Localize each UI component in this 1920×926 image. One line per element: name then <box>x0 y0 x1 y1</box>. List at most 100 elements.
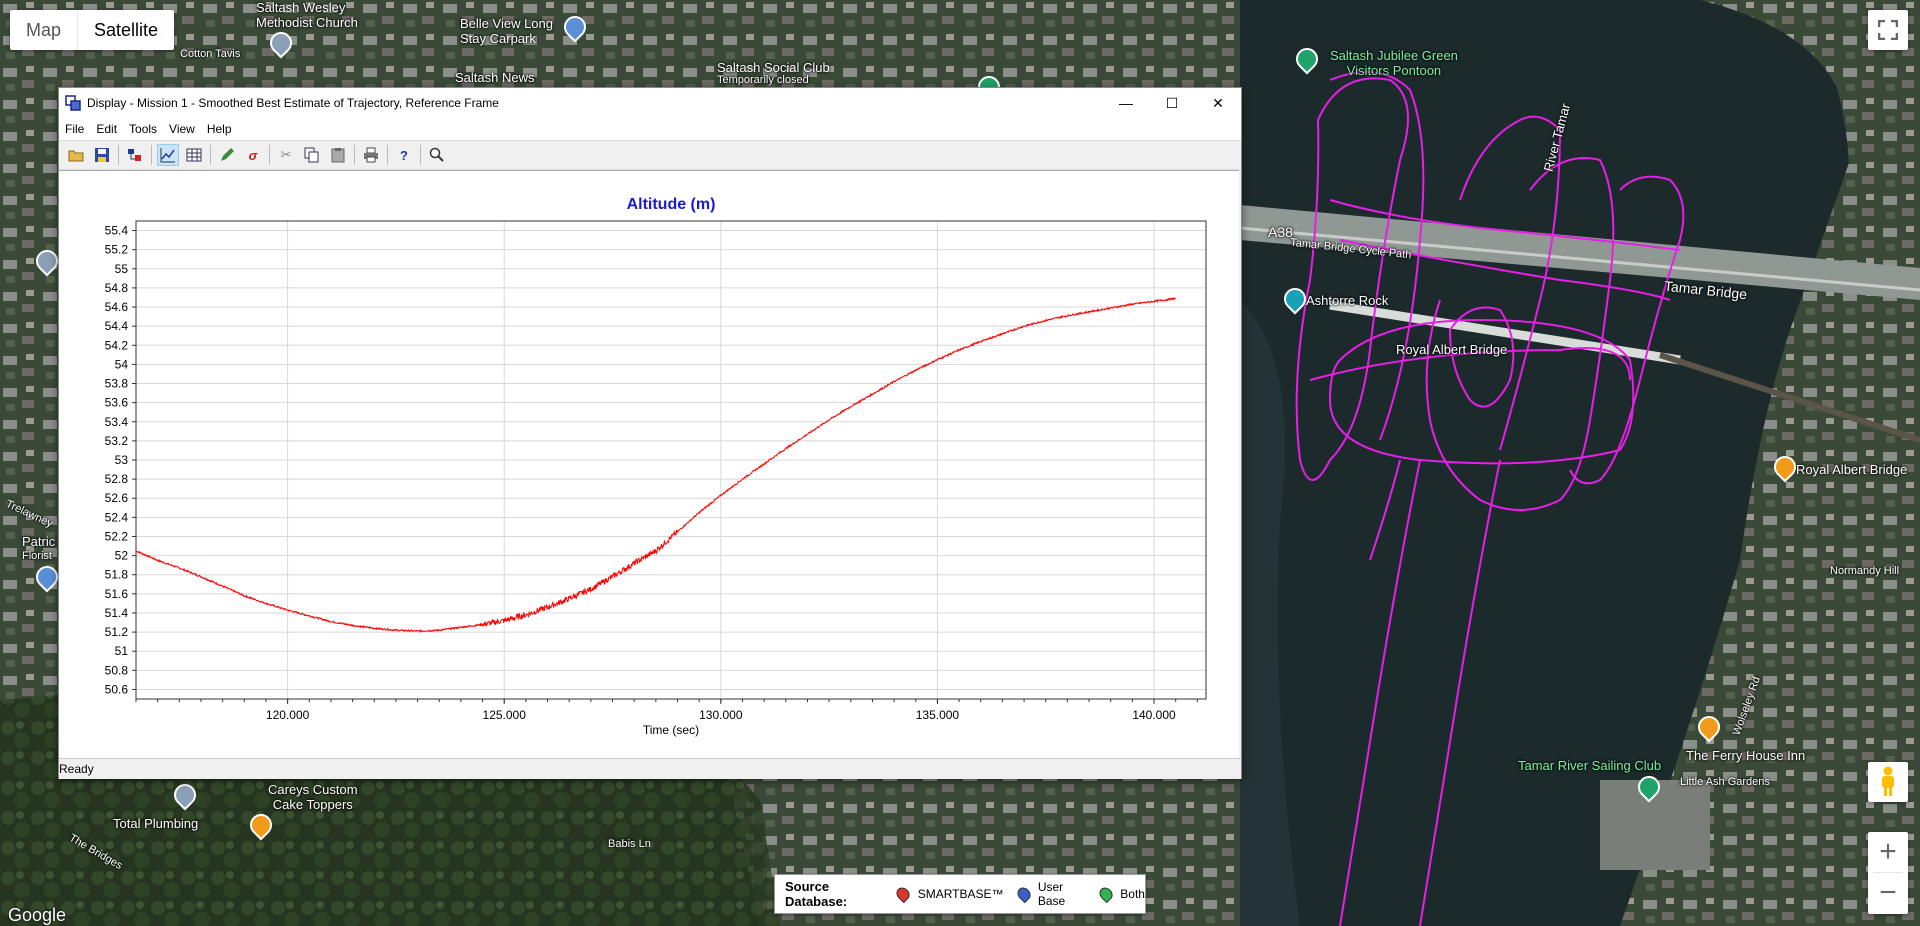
toolbar-separator <box>151 145 152 165</box>
map-label: Saltash Social Club <box>717 60 830 75</box>
map-label: Babis Ln <box>608 838 651 850</box>
map-type-control: Map Satellite <box>10 10 175 50</box>
y-tick-label: 54.2 <box>105 338 129 352</box>
minimize-button[interactable]: — <box>1103 88 1149 118</box>
y-tick-label: 54.4 <box>105 319 129 333</box>
y-tick-label: 51.8 <box>105 568 129 582</box>
x-tick-label: 125.000 <box>483 708 527 722</box>
map-label: Royal Albert Bridge <box>1396 342 1508 357</box>
y-tick-label: 52.8 <box>105 472 129 486</box>
open-folder-icon[interactable] <box>65 144 87 166</box>
y-tick-label: 51.2 <box>105 625 129 639</box>
zoom-icon[interactable] <box>426 144 448 166</box>
y-tick-label: 52.4 <box>105 510 129 524</box>
line-chart-icon[interactable] <box>157 144 179 166</box>
zoom-control: + − <box>1868 832 1908 914</box>
y-tick-label: 55 <box>115 262 129 276</box>
print-icon[interactable] <box>360 144 382 166</box>
save-icon[interactable] <box>91 144 113 166</box>
legend-item-label: Both <box>1120 887 1145 901</box>
map-label: Total Plumbing <box>113 816 199 831</box>
map-label: Saltash Jubilee Green Visitors Pontoon <box>1330 48 1458 78</box>
map-type-map-button[interactable]: Map <box>10 10 77 50</box>
source-database-legend: Source Database: SMARTBASE™ User Base Bo… <box>774 874 1146 914</box>
track-loop <box>1295 77 1409 481</box>
both-pin-icon <box>1096 884 1116 904</box>
map-label: Florist <box>22 550 52 562</box>
toolbar-separator <box>420 145 421 165</box>
menu-edit[interactable]: Edit <box>90 122 123 136</box>
help-icon[interactable]: ? <box>393 144 415 166</box>
map-label: Royal Albert Bridge <box>1796 462 1908 477</box>
pegman-icon <box>1882 766 1894 796</box>
toolbar: σ ✂ ? <box>59 140 1241 170</box>
toolbar-separator <box>210 145 211 165</box>
y-tick-label: 53.8 <box>105 377 129 391</box>
y-tick-label: 53 <box>115 453 129 467</box>
pencil-icon[interactable] <box>216 144 238 166</box>
copy-icon[interactable] <box>301 144 323 166</box>
zoom-in-button[interactable]: + <box>1868 832 1908 872</box>
paste-icon[interactable] <box>327 144 349 166</box>
fullscreen-button[interactable] <box>1868 10 1908 50</box>
map-label: Careys Custom Cake Toppers <box>268 782 358 812</box>
plot-area[interactable]: Altitude (m) 55.4 55.2 55 54.8 54.6 54.4 54.2 54… <box>59 170 1239 759</box>
map-label: Belle View Long Stay Carpark <box>460 16 553 46</box>
map-label: Normandy Hill <box>1830 565 1900 577</box>
fullscreen-icon <box>1878 20 1898 40</box>
y-tick-label: 52 <box>115 549 129 563</box>
minimize-icon: — <box>1119 95 1133 111</box>
chart-title: Altitude (m) <box>627 196 716 213</box>
x-tick-label: 120.000 <box>266 708 310 722</box>
y-tick-label: 53.2 <box>105 434 129 448</box>
window-titlebar[interactable]: Display - Mission 1 - Smoothed Best Esti… <box>59 88 1241 118</box>
toolbar-separator <box>354 145 355 165</box>
y-tick-label: 55.2 <box>105 243 129 257</box>
close-icon: ✕ <box>1212 94 1224 111</box>
menu-view[interactable]: View <box>163 122 201 136</box>
map-label: Ashtorre Rock <box>1306 293 1389 308</box>
map-label: Saltash Wesley Methodist Church <box>256 0 358 30</box>
zoom-out-button[interactable]: − <box>1868 873 1908 913</box>
menu-file[interactable]: File <box>59 122 90 136</box>
street-view-pegman-button[interactable] <box>1868 762 1908 802</box>
track-loop <box>1329 199 1681 251</box>
y-tick-label: 54 <box>115 357 129 371</box>
map-label: Little Ash Gardens <box>1680 776 1770 788</box>
x-axis-label: Time (sec) <box>643 723 699 737</box>
y-tick-label: 51.4 <box>105 606 129 620</box>
y-tick-label: 51.6 <box>105 587 129 601</box>
map-label: Saltash News <box>455 70 535 85</box>
x-tick-label: 140.000 <box>1132 708 1176 722</box>
smartbase-pin-icon <box>894 884 913 904</box>
toolbar-separator <box>387 145 388 165</box>
sigma-icon[interactable]: σ <box>242 144 264 166</box>
status-bar: Ready <box>59 758 1241 779</box>
y-tick-label: 53.6 <box>105 396 129 410</box>
cut-icon[interactable]: ✂ <box>275 144 297 166</box>
y-tick-label: 52.6 <box>105 491 129 505</box>
display-window: Display - Mission 1 - Smoothed Best Esti… <box>58 87 1242 779</box>
menu-tools[interactable]: Tools <box>123 122 163 136</box>
menu-help[interactable]: Help <box>201 122 238 136</box>
map-label: The Ferry House Inn <box>1686 748 1806 763</box>
x-tick-label: 135.000 <box>916 708 960 722</box>
status-text: Ready <box>59 762 94 776</box>
maximize-icon: ☐ <box>1165 94 1179 111</box>
toolbar-separator <box>118 145 119 165</box>
map-label: Tamar River Sailing Club <box>1518 758 1662 773</box>
map-label: Cotton Tavis <box>180 48 241 60</box>
y-tick-label: 50.6 <box>105 682 129 696</box>
map-type-satellite-button[interactable]: Satellite <box>77 10 174 50</box>
maximize-button[interactable]: ☐ <box>1149 88 1195 118</box>
table-icon[interactable] <box>183 144 205 166</box>
menu-bar: File Edit Tools View Help <box>59 118 1241 140</box>
toolbar-separator <box>269 145 270 165</box>
close-button[interactable]: ✕ <box>1195 88 1241 118</box>
legend-title: Source Database: <box>785 879 848 909</box>
y-tick-label: 50.8 <box>105 663 129 677</box>
track-leg <box>1419 459 1501 926</box>
legend-item-label: User Base <box>1037 880 1066 908</box>
layers-icon[interactable] <box>124 144 146 166</box>
legend-item-label: SMARTBASE™ <box>917 887 1004 901</box>
